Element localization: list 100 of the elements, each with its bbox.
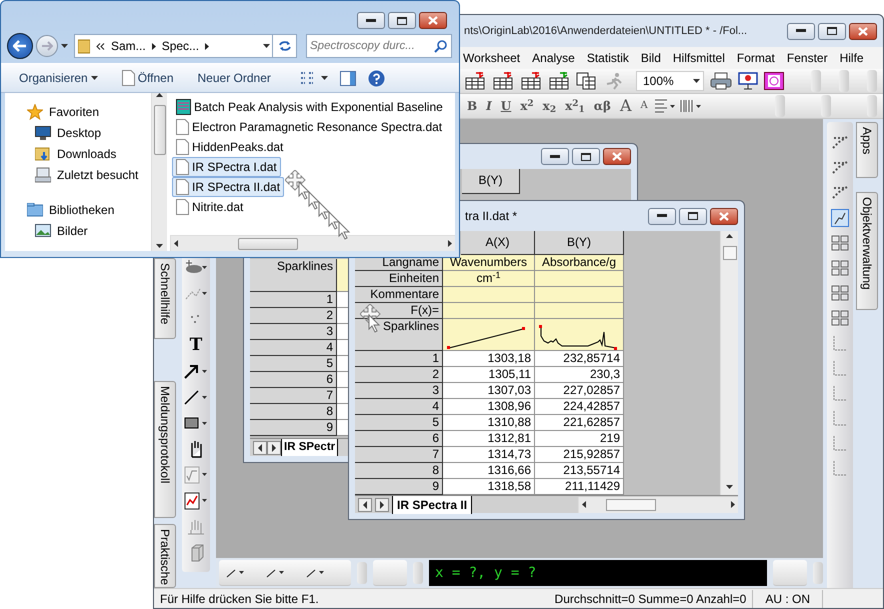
- maximize-button[interactable]: [818, 22, 846, 40]
- tab-right-icon[interactable]: [267, 440, 281, 454]
- row-header[interactable]: 6: [250, 372, 337, 388]
- view-options-icon[interactable]: [300, 72, 315, 84]
- format-button[interactable]: A: [638, 101, 651, 111]
- row-header[interactable]: 8: [355, 463, 443, 479]
- copy-table-icon[interactable]: [576, 72, 598, 90]
- column-header[interactable]: A(X): [461, 231, 535, 255]
- tab-left-icon[interactable]: [358, 498, 372, 512]
- vertical-scrollbar[interactable]: [151, 93, 167, 251]
- toolbar-grip[interactable]: [413, 562, 423, 584]
- toolbar-grip[interactable]: [813, 562, 823, 584]
- slideshow-icon[interactable]: [738, 72, 758, 90]
- row-header[interactable]: 9: [250, 420, 337, 436]
- side-tab[interactable]: Objektverwaltung: [856, 192, 878, 310]
- sheet-tab[interactable]: IR SPectr: [281, 438, 338, 456]
- nav-item[interactable]: Downloads: [57, 144, 116, 162]
- row-header[interactable]: 3: [250, 324, 337, 340]
- format-button[interactable]: x$_{2}$: [540, 100, 560, 112]
- nav-item[interactable]: Favoriten: [49, 102, 100, 120]
- frame-icon[interactable]: [831, 334, 849, 352]
- row-header[interactable]: 9: [355, 479, 443, 495]
- insert-table-icon[interactable]: [520, 72, 542, 90]
- side-tab[interactable]: Praktische: [154, 524, 176, 588]
- refresh-button[interactable]: [272, 34, 297, 58]
- open-button[interactable]: Öffnen: [122, 69, 174, 87]
- column-pattern-icon[interactable]: [678, 99, 703, 113]
- layout-icon[interactable]: [831, 284, 849, 302]
- minimize-button[interactable]: [787, 22, 815, 40]
- menu-item[interactable]: Fenster: [780, 49, 834, 67]
- rectangle-tool-icon[interactable]: [184, 416, 208, 430]
- horizontal-scrollbar[interactable]: [578, 496, 738, 512]
- text-tool[interactable]: T: [190, 336, 202, 354]
- file-item[interactable]: Nitrite.dat: [172, 197, 248, 217]
- row-header[interactable]: 2: [250, 308, 337, 324]
- scroll-thumb[interactable]: [722, 246, 736, 260]
- toolbar-grip[interactable]: [775, 95, 785, 117]
- row-header[interactable]: 2: [355, 367, 443, 383]
- target-window-icon[interactable]: [764, 72, 784, 90]
- new-folder-button[interactable]: Neuer Ordner: [198, 69, 271, 87]
- breadcrumb-item[interactable]: Spec...: [162, 37, 200, 55]
- file-item[interactable]: Batch Peak Analysis with Exponential Baseline: [172, 97, 447, 117]
- layout-icon[interactable]: [831, 308, 849, 326]
- tab-right-icon[interactable]: [375, 498, 389, 512]
- menu-item[interactable]: Bild: [634, 49, 667, 67]
- search-field[interactable]: Spectroscopy durc...: [306, 34, 452, 58]
- frame-icon[interactable]: [831, 384, 849, 402]
- toolbar-grip[interactable]: [811, 70, 821, 92]
- toolbar-grip[interactable]: [867, 70, 877, 92]
- add-rows-icon[interactable]: [492, 72, 514, 90]
- menu-item[interactable]: Statistik: [580, 49, 635, 67]
- maximize-button[interactable]: [572, 148, 600, 165]
- menu-item[interactable]: Analyse: [526, 49, 581, 67]
- toolbar-grip[interactable]: [357, 562, 367, 584]
- help-icon[interactable]: [368, 70, 385, 86]
- row-header[interactable]: 3: [355, 383, 443, 399]
- vertical-scrollbar[interactable]: [720, 231, 738, 495]
- horizontal-scrollbar[interactable]: [170, 235, 455, 251]
- line-tool-icon[interactable]: [184, 389, 208, 405]
- scroll-thumb[interactable]: [154, 105, 166, 155]
- toolbar-grip[interactable]: [839, 70, 849, 92]
- nav-item[interactable]: Bilder: [57, 222, 88, 240]
- format-button[interactable]: αβ: [590, 100, 614, 112]
- close-button[interactable]: [603, 148, 631, 165]
- row-header[interactable]: 6: [355, 431, 443, 447]
- format-button[interactable]: I: [483, 100, 495, 112]
- format-button[interactable]: B: [464, 100, 480, 112]
- scroll-thumb[interactable]: [606, 498, 656, 510]
- row-header[interactable]: 1: [355, 351, 443, 367]
- format-button[interactable]: U: [498, 100, 514, 112]
- minimize-button[interactable]: [357, 12, 385, 29]
- file-item[interactable]: IR SPectra I.dat: [172, 157, 281, 177]
- minimize-button[interactable]: [648, 208, 676, 224]
- toolbar-grip[interactable]: [867, 95, 877, 117]
- row-header[interactable]: 4: [355, 399, 443, 415]
- row-header[interactable]: 7: [355, 447, 443, 463]
- nav-item[interactable]: Zuletzt besucht: [57, 166, 138, 184]
- side-tab[interactable]: Meldungsprotokoll: [154, 380, 176, 518]
- excel-table-icon[interactable]: [548, 72, 570, 90]
- frame-icon[interactable]: [831, 358, 849, 376]
- breadcrumb-item[interactable]: Sam...: [111, 37, 146, 55]
- organize-menu[interactable]: Organisieren: [19, 69, 98, 87]
- nav-item[interactable]: Desktop: [57, 124, 102, 142]
- graph-tool-icon[interactable]: [184, 492, 208, 510]
- arrow-tool-icon[interactable]: [184, 363, 208, 379]
- align-icon[interactable]: [654, 99, 676, 113]
- zoom-combo[interactable]: 100%: [636, 71, 704, 91]
- preview-pane-icon[interactable]: [340, 70, 356, 86]
- menu-item[interactable]: Hilfe: [834, 49, 870, 67]
- file-item[interactable]: Electron Paramagnetic Resonance Spectra.dat: [172, 117, 446, 137]
- format-button[interactable]: A: [616, 98, 635, 114]
- close-button[interactable]: [849, 22, 877, 40]
- file-item[interactable]: HiddenPeaks.dat: [172, 137, 288, 157]
- minimize-button[interactable]: [541, 148, 569, 165]
- equation-tool-icon[interactable]: [184, 466, 208, 484]
- row-header[interactable]: 5: [355, 415, 443, 431]
- forward-button[interactable]: [36, 35, 58, 57]
- scatter-tool-icon[interactable]: [184, 286, 208, 300]
- address-bar[interactable]: Sam... Spec...: [74, 34, 274, 58]
- print-icon[interactable]: [710, 72, 732, 90]
